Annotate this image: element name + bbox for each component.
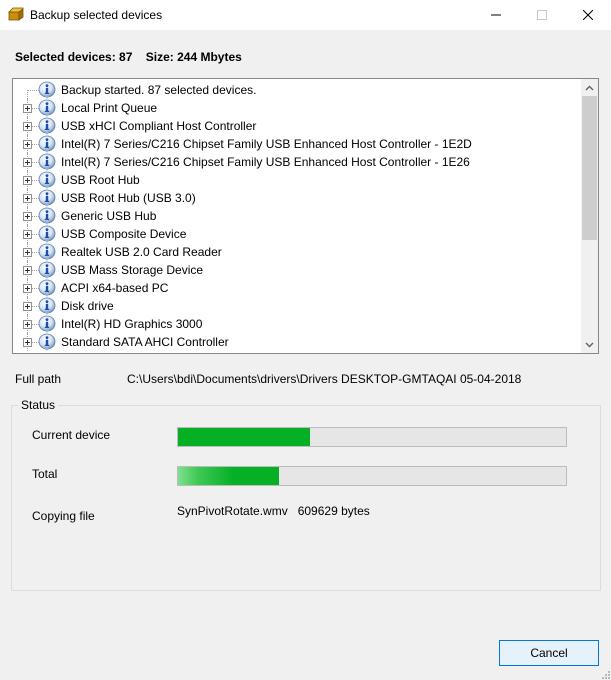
tree-item-label: Intel(R) 7 Series/C216 Chipset Family US… xyxy=(61,137,472,151)
tree-item[interactable]: USB Mass Storage Device xyxy=(13,261,581,279)
tree-item[interactable]: Realtek USB 2.0 Card Reader xyxy=(13,243,581,261)
info-icon xyxy=(38,153,56,171)
expand-icon[interactable] xyxy=(23,338,32,347)
tree-connector-line xyxy=(27,90,28,99)
expand-icon[interactable] xyxy=(23,230,32,239)
expand-icon[interactable] xyxy=(23,194,32,203)
expand-icon[interactable] xyxy=(23,302,32,311)
info-icon xyxy=(38,333,56,351)
selected-devices-count: Selected devices: 87 xyxy=(15,50,133,64)
tree-item[interactable]: USB Root Hub xyxy=(13,171,581,189)
tree-item[interactable]: Intel(R) HD Graphics 3000 xyxy=(13,315,581,333)
info-icon xyxy=(38,189,56,207)
scroll-thumb[interactable] xyxy=(582,96,597,240)
tree-item-label: Standard SATA AHCI Controller xyxy=(61,335,229,349)
close-button[interactable] xyxy=(565,0,611,30)
copying-file-value: SynPivotRotate.wmv 609629 bytes xyxy=(177,504,370,518)
tree-item[interactable]: Backup started. 87 selected devices. xyxy=(13,81,581,99)
info-icon xyxy=(38,117,56,135)
status-group-title: Status xyxy=(18,398,59,412)
info-icon xyxy=(38,171,56,189)
total-progress xyxy=(177,466,567,486)
chevron-down-icon xyxy=(585,342,594,347)
title-bar: Backup selected devices xyxy=(0,0,611,30)
close-icon xyxy=(583,10,593,20)
tree-item[interactable]: ACPI x64-based PC xyxy=(13,279,581,297)
expand-icon[interactable] xyxy=(23,158,32,167)
info-icon xyxy=(38,243,56,261)
tree-item[interactable]: Generic USB Hub xyxy=(13,207,581,225)
tree-item-label: USB Mass Storage Device xyxy=(61,263,204,277)
tree-item-label: Realtek USB 2.0 Card Reader xyxy=(61,245,222,259)
info-icon xyxy=(38,99,56,117)
total-label: Total xyxy=(32,467,58,481)
backup-summary: Selected devices: 87 Size: 244 Mbytes xyxy=(15,50,252,64)
cancel-button[interactable]: Cancel xyxy=(499,640,599,666)
expand-icon[interactable] xyxy=(23,212,32,221)
info-icon xyxy=(38,315,56,333)
expand-icon[interactable] xyxy=(23,104,32,113)
tree-item[interactable]: Intel(R) 7 Series/C216 Chipset Family US… xyxy=(13,135,581,153)
total-progress-fill xyxy=(178,467,279,485)
info-icon xyxy=(38,225,56,243)
tree-item-label: Intel(R) HD Graphics 3000 xyxy=(61,317,203,331)
window-title: Backup selected devices xyxy=(30,8,163,22)
tree-item[interactable]: Disk drive xyxy=(13,297,581,315)
minimize-button[interactable] xyxy=(473,0,519,30)
tree-item[interactable]: Local Print Queue xyxy=(13,99,581,117)
maximize-icon xyxy=(537,10,547,20)
tree-item[interactable]: USB Composite Device xyxy=(13,225,581,243)
expand-icon[interactable] xyxy=(23,176,32,185)
current-device-progress-fill xyxy=(178,428,310,446)
tree-item[interactable]: Intel(R) 7 Series/C216 Chipset Family US… xyxy=(13,153,581,171)
scroll-down-button[interactable] xyxy=(581,336,598,353)
tree-item-label: USB Composite Device xyxy=(61,227,187,241)
chevron-up-icon xyxy=(585,85,594,90)
tree-item[interactable]: USB Root Hub (USB 3.0) xyxy=(13,189,581,207)
current-device-progress xyxy=(177,427,567,447)
tree-item[interactable]: USB xHCI Compliant Host Controller xyxy=(13,117,581,135)
tree-item-label: Backup started. 87 selected devices. xyxy=(61,83,257,97)
info-icon xyxy=(38,279,56,297)
tree-item-label: Local Print Queue xyxy=(61,101,158,115)
copying-file-label: Copying file xyxy=(32,509,95,523)
tree-item-label: USB Root Hub (USB 3.0) xyxy=(61,191,196,205)
info-icon xyxy=(38,297,56,315)
tree-item-label: ACPI x64-based PC xyxy=(61,281,169,295)
expand-icon[interactable] xyxy=(23,122,32,131)
device-tree[interactable]: Backup started. 87 selected devices. Loca… xyxy=(12,78,599,354)
tree-item-label: USB xHCI Compliant Host Controller xyxy=(61,119,257,133)
expand-icon[interactable] xyxy=(23,248,32,257)
vertical-scrollbar[interactable] xyxy=(581,79,598,353)
expand-icon[interactable] xyxy=(23,320,32,329)
scroll-up-button[interactable] xyxy=(581,79,598,96)
tree-item[interactable]: Standard SATA AHCI Controller xyxy=(13,333,581,351)
full-path-value: C:\Users\bdi\Documents\drivers\Drivers D… xyxy=(127,372,522,386)
device-tree-list: Backup started. 87 selected devices. Loca… xyxy=(13,81,581,351)
info-icon xyxy=(38,261,56,279)
info-icon xyxy=(38,135,56,153)
tree-item-label: Intel(R) 7 Series/C216 Chipset Family US… xyxy=(61,155,470,169)
full-path-label: Full path xyxy=(15,372,62,386)
tree-item-label: Disk drive xyxy=(61,299,114,313)
tree-item-label: USB Root Hub xyxy=(61,173,140,187)
info-icon xyxy=(38,207,56,225)
expand-icon[interactable] xyxy=(23,266,32,275)
resize-grip-icon[interactable] xyxy=(600,669,610,679)
box-icon xyxy=(8,7,24,21)
backup-size: Size: 244 Mbytes xyxy=(145,50,242,64)
info-icon xyxy=(38,81,56,99)
tree-item-label: Generic USB Hub xyxy=(61,209,157,223)
minimize-icon xyxy=(491,14,501,16)
expand-icon[interactable] xyxy=(23,140,32,149)
maximize-button[interactable] xyxy=(519,0,565,30)
current-device-label: Current device xyxy=(32,428,111,442)
expand-icon[interactable] xyxy=(23,284,32,293)
